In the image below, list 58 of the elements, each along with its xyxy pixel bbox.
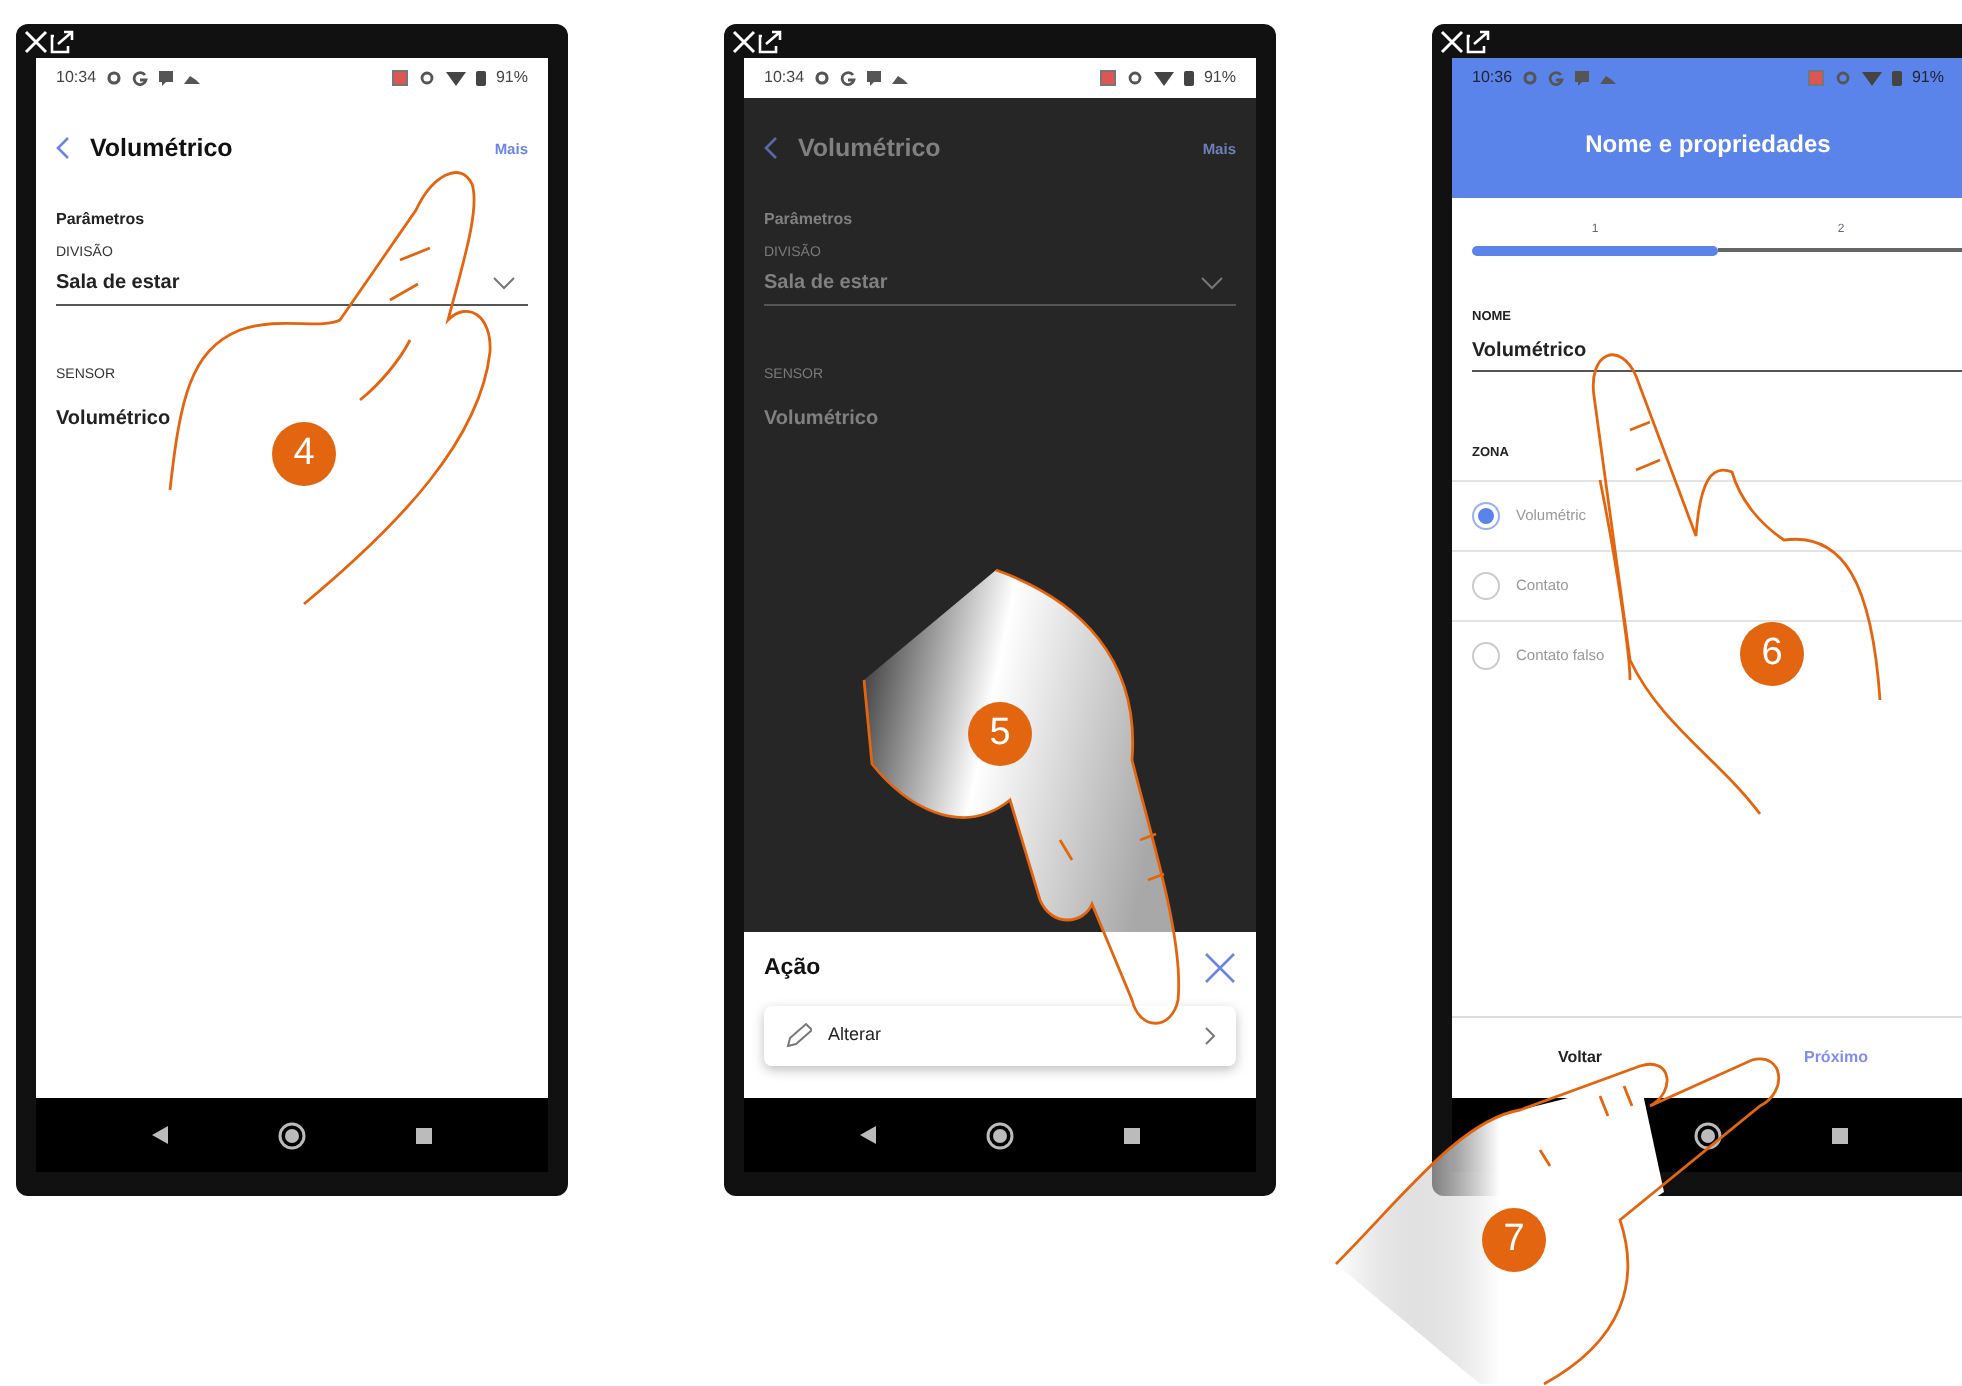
g-letter-icon <box>840 70 857 86</box>
back-icon[interactable] <box>859 1126 876 1144</box>
message-icon <box>866 70 883 86</box>
section-title: Parâmetros <box>56 207 147 232</box>
chevron-down-icon <box>492 276 516 291</box>
gear-icon <box>1522 70 1539 86</box>
recent-apps-icon[interactable] <box>1124 1127 1141 1143</box>
close-and-open-icon[interactable] <box>732 30 784 54</box>
gear-icon <box>814 70 831 86</box>
cast-icon <box>391 70 408 86</box>
chevron-right-icon <box>1204 1026 1216 1046</box>
page-title: Volumétrico <box>798 132 941 166</box>
dropdown-field[interactable]: Sala de estar <box>56 264 528 307</box>
sheet-title: Ação <box>764 953 821 984</box>
battery-level: 91% <box>1203 66 1236 90</box>
cast-icon <box>1099 70 1116 86</box>
vibrate-icon <box>417 70 436 86</box>
chevron-down-icon <box>1200 276 1224 291</box>
message-icon <box>158 70 175 86</box>
battery-icon <box>475 70 486 86</box>
radio-button[interactable] <box>1472 501 1500 529</box>
home-icon[interactable] <box>985 1121 1014 1149</box>
wifi-icon <box>445 70 466 86</box>
menu-item[interactable]: Alterar <box>764 1006 1236 1066</box>
close-and-open-icon[interactable] <box>1440 30 1492 54</box>
home-icon[interactable] <box>277 1121 306 1149</box>
status-time: 10:34 <box>764 66 805 90</box>
radio-button[interactable] <box>1472 641 1500 669</box>
field-value: Volumétrico <box>56 405 173 434</box>
battery-level: 91% <box>495 66 528 90</box>
dropdown-field[interactable]: Sala de estar <box>764 264 1236 307</box>
wifi-icon <box>1861 70 1882 86</box>
vibrate-icon <box>1125 70 1144 86</box>
radio-button[interactable] <box>1472 571 1500 599</box>
page-title: Volumétrico <box>90 132 233 166</box>
field-value: Volumétrico <box>764 405 881 434</box>
name-field[interactable]: Volumétrico <box>1472 327 1962 372</box>
battery-icon <box>1891 70 1902 86</box>
g-letter-icon <box>132 70 149 86</box>
pencil-icon <box>784 1022 812 1050</box>
status-time: 10:36 <box>1472 66 1513 90</box>
g-letter-icon <box>1548 70 1565 86</box>
status-time: 10:34 <box>56 66 97 90</box>
page-title: Nome e propriedades <box>1583 128 1833 162</box>
recent-apps-icon[interactable] <box>416 1127 433 1143</box>
message-icon <box>1574 70 1591 86</box>
battery-level: 91% <box>1911 66 1944 90</box>
gear-icon <box>106 70 123 86</box>
home-icon[interactable] <box>1693 1121 1722 1149</box>
recent-apps-icon[interactable] <box>1832 1127 1849 1143</box>
close-and-open-icon[interactable] <box>24 30 76 54</box>
battery-icon <box>1183 70 1194 86</box>
section-title: Parâmetros <box>764 207 855 232</box>
close-icon[interactable] <box>1204 952 1236 985</box>
back-icon[interactable] <box>151 1126 168 1144</box>
vibrate-icon <box>1833 70 1852 86</box>
cast-icon <box>1807 70 1824 86</box>
wifi-icon <box>1153 70 1174 86</box>
